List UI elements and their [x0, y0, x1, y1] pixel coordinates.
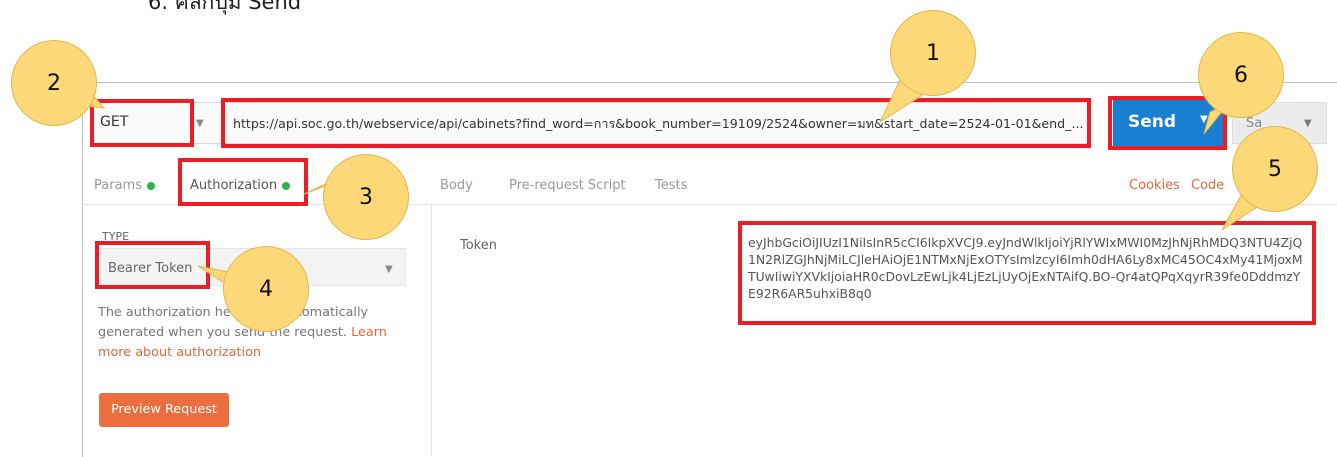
callout-2: 2 — [11, 40, 97, 126]
callout-tails — [74, 79, 1270, 294]
callout-5: 5 — [1232, 126, 1318, 212]
callout-6: 6 — [1198, 32, 1284, 118]
callout-1: 1 — [890, 10, 976, 96]
callout-4: 4 — [223, 246, 309, 332]
callout-3: 3 — [323, 154, 409, 240]
